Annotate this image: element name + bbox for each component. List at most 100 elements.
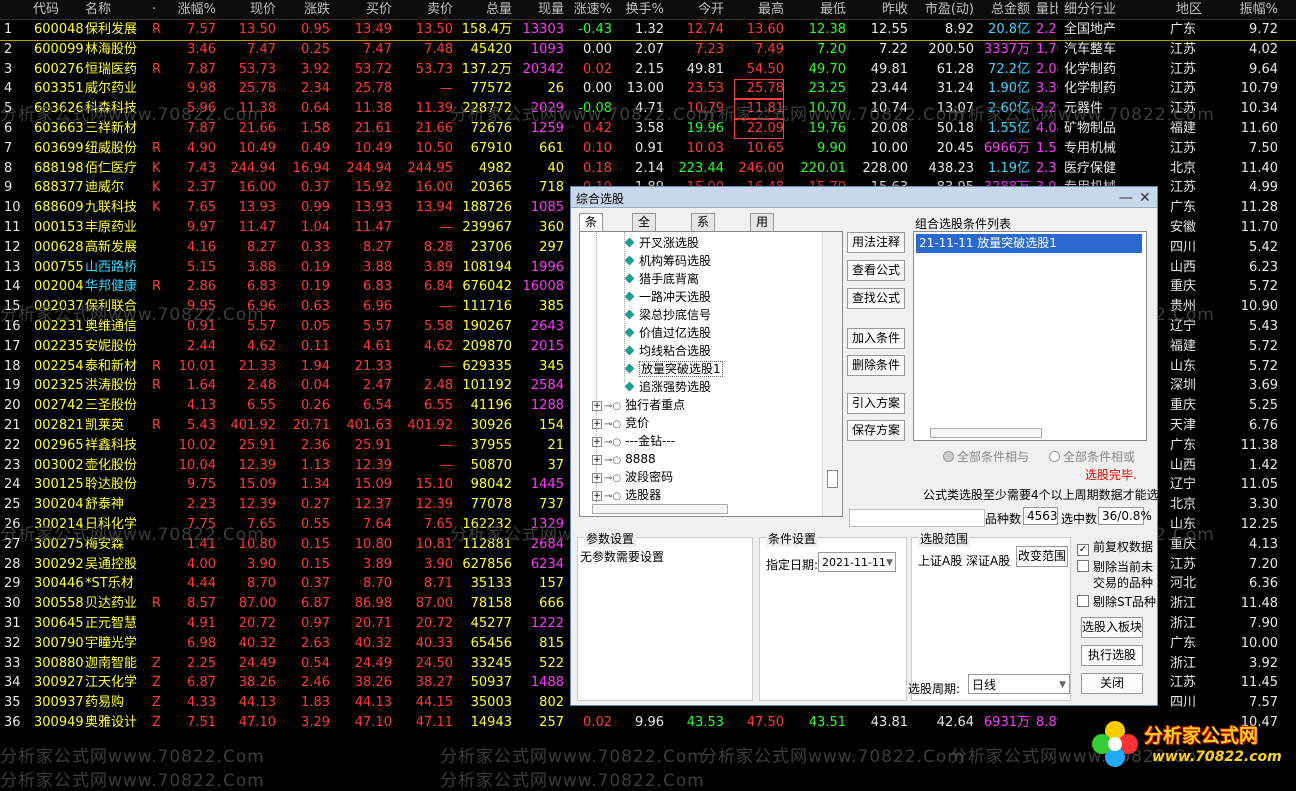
- table-row[interactable]: 5 603626 科森科技 5.96 11.38 0.64 11.38 11.39 228772…: [0, 99, 1296, 120]
- import-plan-button[interactable]: 引入方案: [847, 393, 905, 414]
- cell-8: 13.50: [415, 22, 453, 37]
- column-header[interactable]: 量比: [1036, 1, 1058, 19]
- expand-plus-icon[interactable]: +: [592, 455, 602, 465]
- add-condition-button[interactable]: 加入条件: [847, 328, 905, 349]
- column-header[interactable]: 今开: [672, 1, 724, 19]
- table-row[interactable]: 3 600276 恒瑞医药 R 7.87 53.73 3.92 53.72 53.73 137.2…: [0, 60, 1296, 80]
- tree-group-item[interactable]: + ⊸○ 独行者重点: [592, 396, 685, 414]
- close-icon[interactable]: ✕: [1139, 190, 1151, 206]
- tab-user-conditions[interactable]: 用户条件: [750, 213, 775, 280]
- tree-group-item[interactable]: + ⊸○ 8888: [592, 450, 656, 468]
- column-header[interactable]: 总金额: [978, 1, 1030, 19]
- view-formula-button[interactable]: 查看公式: [847, 260, 905, 281]
- expand-plus-icon[interactable]: +: [592, 491, 602, 501]
- cell-0: 27: [4, 536, 21, 552]
- cell-0: 23: [4, 457, 21, 473]
- column-header[interactable]: 涨幅%: [168, 1, 216, 19]
- tree-scroll-thumb[interactable]: [827, 470, 838, 488]
- stock-screen-dialog[interactable]: 综合选股 — ✕ 条件组 全部条件 系统条件 用户条件 开叉涨选股机构筹码选股猎…: [570, 186, 1171, 706]
- expand-plus-icon[interactable]: +: [592, 401, 602, 411]
- column-header[interactable]: 市盈(动): [912, 1, 974, 19]
- table-row[interactable]: 2 600099 林海股份 3.46 7.47 0.25 7.47 7.48 45420 1093…: [0, 40, 1296, 60]
- tree-vertical-scrollbar[interactable]: [822, 232, 842, 516]
- tree-formula-item[interactable]: 一路冲天选股: [624, 288, 711, 306]
- tab-condition-group[interactable]: 条件组: [579, 213, 604, 263]
- condition-list-item[interactable]: 21-11-11 放量突破选股1: [916, 234, 1142, 253]
- save-plan-button[interactable]: 保存方案: [847, 420, 905, 441]
- expand-plus-icon[interactable]: +: [592, 419, 602, 429]
- table-row[interactable]: 1 600048 保利发展 R 7.57 13.50 0.95 13.49 13.50 158.4…: [0, 20, 1296, 41]
- execute-screen-button[interactable]: 执行选股: [1081, 645, 1143, 666]
- cell-22: 11.05: [1240, 477, 1278, 493]
- table-row[interactable]: 6 603663 三祥新材 7.87 21.66 1.58 21.61 21.66 72676 1…: [0, 119, 1296, 139]
- usage-notes-button[interactable]: 用法注释: [847, 232, 905, 253]
- table-row[interactable]: 4 603351 威尔药业 9.98 25.78 2.34 25.78 — 77572 26 0.0…: [0, 79, 1296, 100]
- tree-horizontal-scrollbar[interactable]: [592, 504, 728, 514]
- column-header[interactable]: 代码: [33, 1, 59, 19]
- expand-plus-icon[interactable]: +: [592, 437, 602, 447]
- checkbox-st[interactable]: 剔除ST品种: [1077, 593, 1156, 610]
- radio-or[interactable]: 全部条件相或: [1049, 448, 1135, 465]
- formula-tree[interactable]: 开叉涨选股 机构筹码选股 猎手底背离 一路冲天选股 梁总抄底信号 价值过亿选股 均线粘合选股…: [579, 231, 843, 517]
- cell-16: 20.08: [870, 121, 908, 136]
- period-chevron-down-icon[interactable]: ▼: [1059, 675, 1066, 695]
- cell-4: 2.23: [187, 497, 216, 513]
- column-header[interactable]: 昨收: [846, 1, 908, 19]
- tree-formula-item[interactable]: 均线粘合选股: [624, 342, 711, 360]
- expand-plus-icon[interactable]: +: [592, 473, 602, 483]
- period-select[interactable]: 日线 ▼: [968, 674, 1070, 694]
- column-header[interactable]: 涨跌: [282, 1, 330, 19]
- column-header[interactable]: 总量: [460, 1, 512, 19]
- tree-group-item[interactable]: + ⊸○ 波段密码: [592, 468, 673, 486]
- column-header[interactable]: 振幅%: [1218, 1, 1278, 19]
- column-header[interactable]: 最低: [790, 1, 846, 19]
- table-row[interactable]: 8 688198 佰仁医疗 K 7.43 244.94 16.94 244.94 244.95 4…: [0, 159, 1296, 179]
- minimize-icon[interactable]: —: [1119, 190, 1133, 206]
- tree-group-item[interactable]: + ⊸○ ---金钻---: [592, 432, 675, 450]
- column-header[interactable]: 涨速%: [560, 1, 612, 19]
- column-header[interactable]: 买价: [332, 1, 392, 19]
- tree-group-item[interactable]: + ⊸○ 竞价: [592, 414, 649, 432]
- column-header[interactable]: 最高: [734, 1, 784, 19]
- cell-1: 002254: [34, 358, 84, 374]
- progress-bar: [849, 509, 985, 527]
- column-header[interactable]: 地区: [1176, 1, 1202, 19]
- column-header[interactable]: 现价: [222, 1, 276, 19]
- column-header[interactable]: 现量: [514, 1, 564, 19]
- close-button[interactable]: 关闭: [1081, 673, 1143, 694]
- tree-formula-item[interactable]: 机构筹码选股: [624, 252, 711, 270]
- add-to-block-button[interactable]: 选股入板块: [1081, 617, 1143, 638]
- cell-9: 627856: [462, 556, 512, 572]
- table-row[interactable]: 7 603699 纽威股份 R 4.90 10.49 0.49 10.49 10.50 67910…: [0, 139, 1296, 159]
- column-header[interactable]: 名称: [85, 1, 111, 19]
- radio-and[interactable]: 全部条件相与: [943, 448, 1029, 465]
- tree-formula-item[interactable]: 梁总抄底信号: [624, 306, 711, 324]
- cell-3: R: [152, 358, 162, 374]
- condition-list[interactable]: 21-11-11 放量突破选股1: [913, 231, 1147, 441]
- column-header[interactable]: 换手%: [612, 1, 664, 19]
- change-range-button[interactable]: 改变范围: [1016, 546, 1068, 567]
- tree-formula-item[interactable]: 追涨强势选股: [624, 378, 711, 396]
- tree-group-item[interactable]: + ⊸○ 选股器: [592, 486, 661, 504]
- checkbox-adjusted[interactable]: ✓ 前复权数据: [1077, 538, 1153, 556]
- tab-system-conditions[interactable]: 系统条件: [691, 213, 716, 280]
- delete-condition-button[interactable]: 删除条件: [847, 355, 905, 376]
- tree-formula-item[interactable]: 价值过亿选股: [624, 324, 711, 342]
- chevron-down-icon[interactable]: ▼: [886, 553, 893, 573]
- tree-formula-item[interactable]: 放量突破选股1: [624, 360, 723, 378]
- column-header[interactable]: 卖价: [396, 1, 453, 19]
- date-picker[interactable]: 2021-11-11 ▼: [818, 552, 896, 572]
- find-formula-button[interactable]: 查找公式: [847, 288, 905, 309]
- dialog-titlebar[interactable]: 综合选股 — ✕: [571, 187, 1157, 208]
- column-header[interactable]: 细分行业: [1064, 1, 1116, 19]
- tab-all-conditions[interactable]: 全部条件: [632, 213, 657, 280]
- cell-7: 2.47: [363, 378, 392, 394]
- cell-4: 5.43: [187, 418, 216, 433]
- checkbox-untraded[interactable]: 剔除当前未: [1077, 558, 1153, 575]
- tree-formula-item[interactable]: 开叉涨选股: [624, 234, 699, 252]
- tree-formula-item[interactable]: 猎手底背离: [624, 270, 699, 288]
- list-horizontal-scrollbar[interactable]: [930, 428, 1042, 438]
- cell-2: 保利发展: [85, 22, 138, 37]
- column-header[interactable]: ·: [152, 1, 156, 19]
- cell-0: 3: [4, 61, 13, 77]
